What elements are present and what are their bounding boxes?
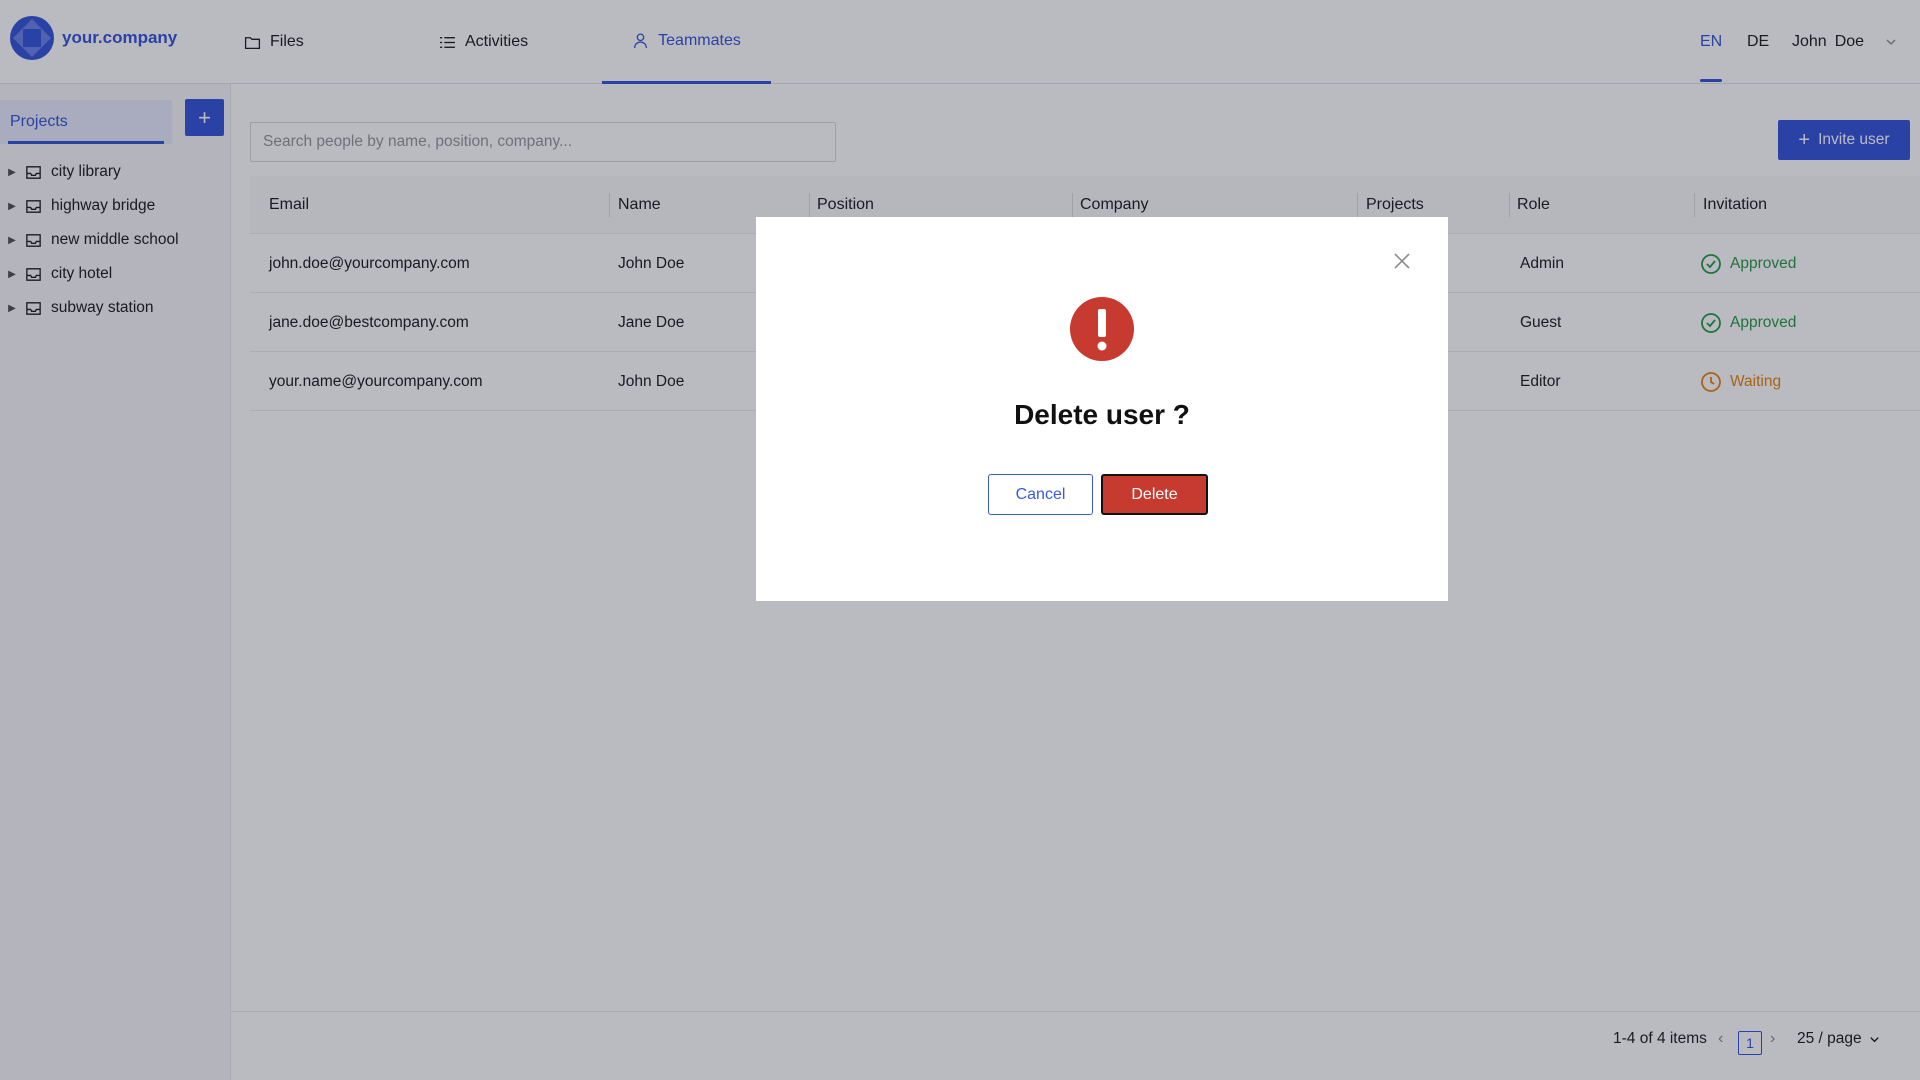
delete-user-dialog: Delete user ? Cancel Delete bbox=[756, 217, 1448, 601]
dialog-title: Delete user ? bbox=[1014, 399, 1190, 430]
delete-button[interactable]: Delete bbox=[1101, 474, 1208, 515]
exclamation-icon bbox=[1070, 297, 1134, 361]
close-icon[interactable] bbox=[1390, 249, 1414, 273]
cancel-button[interactable]: Cancel bbox=[988, 474, 1093, 515]
